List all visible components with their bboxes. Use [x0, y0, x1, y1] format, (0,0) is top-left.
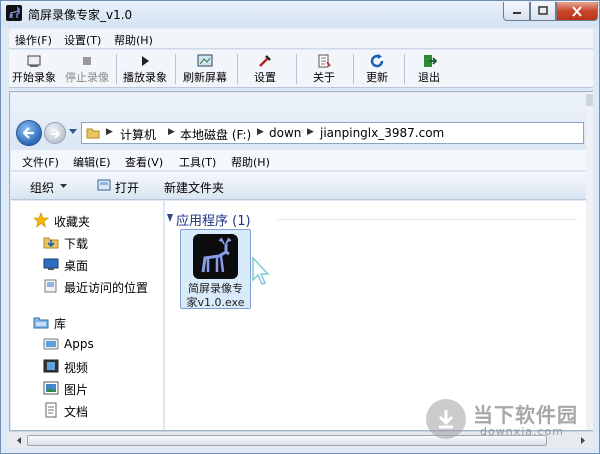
- breadcrumb-arrow-icon[interactable]: ▶: [106, 127, 113, 137]
- toolbar-separator: [116, 54, 117, 84]
- scroll-left-icon[interactable]: [13, 435, 25, 446]
- new-folder-button[interactable]: 新建文件夹: [164, 179, 224, 196]
- collapse-arrow-icon[interactable]: [166, 214, 174, 222]
- address-row: ▶ 计算机 ▶ 本地磁盘 (F:) ▶ down ▶ jianpinglx_39…: [11, 93, 586, 149]
- breadcrumb-down[interactable]: down: [269, 126, 301, 140]
- scroll-right-icon[interactable]: [577, 435, 589, 446]
- arrow-left-icon: [23, 127, 34, 139]
- open-icon: [97, 179, 111, 191]
- file-name-line2: 家v1.0.exe: [186, 296, 245, 309]
- record-icon: [27, 55, 41, 67]
- toolbar-separator: [404, 54, 405, 84]
- group-divider: [277, 219, 577, 220]
- chevron-down-icon[interactable]: [69, 129, 77, 135]
- update-button[interactable]: 更新: [357, 51, 397, 87]
- recent-places-icon: [44, 279, 57, 293]
- update-icon: [370, 54, 384, 68]
- explorer-window: ▶ 计算机 ▶ 本地磁盘 (F:) ▶ down ▶ jianpinglx_39…: [11, 93, 586, 430]
- toolbar-separator: [296, 54, 297, 84]
- menu-help[interactable]: 帮助(H): [231, 154, 270, 170]
- explorer-menu-bar: 文件(F) 编辑(E) 查看(V) 工具(T) 帮助(H): [11, 150, 586, 171]
- stop-record-button[interactable]: 停止录像: [61, 51, 113, 87]
- menu-edit[interactable]: 编辑(E): [73, 154, 111, 170]
- play-record-button[interactable]: 播放录象: [119, 51, 171, 87]
- back-button[interactable]: [16, 120, 42, 146]
- file-list-pane: 应用程序 (1) 简屏录像专 家v1.0.exe: [165, 201, 586, 430]
- menu-view[interactable]: 查看(V): [125, 154, 163, 170]
- video-library-icon: [43, 359, 59, 373]
- watermark-url: downxia.com: [480, 425, 564, 438]
- forward-button[interactable]: [44, 122, 66, 144]
- toolbar-separator: [353, 54, 354, 84]
- toolbar-separator: [175, 54, 176, 84]
- about-icon: [318, 54, 331, 68]
- chevron-down-icon[interactable]: [60, 184, 67, 189]
- minimize-button[interactable]: [503, 2, 530, 21]
- star-icon: [33, 212, 49, 228]
- app-toolbar: 开始录象 停止录像 播放录象 刷新屏幕 设置 关于 更新 退出: [9, 50, 593, 88]
- stop-icon: [83, 57, 91, 65]
- apps-library-icon: [43, 338, 59, 350]
- deer-app-icon: [193, 234, 238, 279]
- menu-operate[interactable]: 操作(F): [15, 32, 52, 48]
- breadcrumb-folder[interactable]: jianpinglx_3987.com: [320, 126, 444, 140]
- picture-library-icon: [43, 381, 59, 395]
- app-window: 简屏录像专家_v1.0 操作(F) 设置(T) 帮助(H) 开始录象 停止录像 …: [0, 0, 600, 454]
- menu-settings[interactable]: 设置(T): [64, 32, 101, 48]
- start-record-button[interactable]: 开始录象: [9, 51, 59, 87]
- window-title: 简屏录像专家_v1.0: [28, 8, 133, 22]
- command-bar: 组织 打开 新建文件夹: [11, 172, 586, 200]
- download-arrow-icon: [438, 410, 454, 429]
- breadcrumb-local-disk[interactable]: 本地磁盘 (F:): [180, 126, 251, 143]
- exit-button[interactable]: 退出: [409, 51, 449, 87]
- app-menu-bar: 操作(F) 设置(T) 帮助(H): [9, 29, 593, 49]
- file-item[interactable]: 简屏录像专 家v1.0.exe: [180, 229, 251, 309]
- desktop-icon: [43, 258, 59, 270]
- breadcrumb-arrow-icon[interactable]: ▶: [257, 127, 264, 137]
- scroll-thumb[interactable]: [586, 94, 593, 106]
- group-heading[interactable]: 应用程序 (1): [176, 210, 251, 229]
- arrow-right-icon: [51, 129, 60, 139]
- capture-area: ▶ 计算机 ▶ 本地磁盘 (F:) ▶ down ▶ jianpinglx_39…: [9, 91, 593, 431]
- vertical-scrollbar[interactable]: [586, 92, 593, 430]
- library-icon: [33, 317, 49, 329]
- scroll-thumb[interactable]: [27, 435, 547, 446]
- close-button[interactable]: [556, 2, 598, 21]
- mouse-cursor-icon: [252, 256, 270, 285]
- watermark-text: 当下软件园: [473, 403, 578, 427]
- folder-icon: [86, 128, 100, 139]
- menu-tools[interactable]: 工具(T): [179, 154, 216, 170]
- play-icon: [142, 56, 149, 66]
- about-button[interactable]: 关于: [301, 51, 347, 87]
- navigation-pane: 收藏夹 下载 桌面 最近访问的位置 库 Apps 视频 图片 文档: [11, 201, 164, 430]
- document-library-icon: [45, 402, 57, 418]
- menu-help[interactable]: 帮助(H): [114, 32, 153, 48]
- maximize-button[interactable]: [530, 2, 556, 21]
- open-button[interactable]: 打开: [115, 179, 139, 196]
- breadcrumb-arrow-icon[interactable]: ▶: [307, 127, 314, 137]
- address-bar[interactable]: ▶ 计算机 ▶ 本地磁盘 (F:) ▶ down ▶ jianpinglx_39…: [81, 122, 584, 144]
- title-bar[interactable]: 简屏录像专家_v1.0: [1, 1, 599, 27]
- breadcrumb-computer[interactable]: 计算机: [120, 126, 156, 143]
- deer-app-icon: [6, 5, 22, 21]
- toolbar-separator: [237, 54, 238, 84]
- settings-button[interactable]: 设置: [241, 51, 289, 87]
- refresh-screen-button[interactable]: 刷新屏幕: [179, 51, 231, 87]
- watermark-logo: [426, 399, 466, 439]
- breadcrumb-arrow-icon[interactable]: ▶: [168, 127, 175, 137]
- menu-file[interactable]: 文件(F): [22, 154, 59, 170]
- download-folder-icon: [43, 237, 59, 249]
- organize-button[interactable]: 组织: [30, 179, 54, 196]
- refresh-screen-icon: [197, 54, 213, 67]
- settings-tools-icon: [259, 55, 271, 67]
- exit-icon: [424, 55, 437, 67]
